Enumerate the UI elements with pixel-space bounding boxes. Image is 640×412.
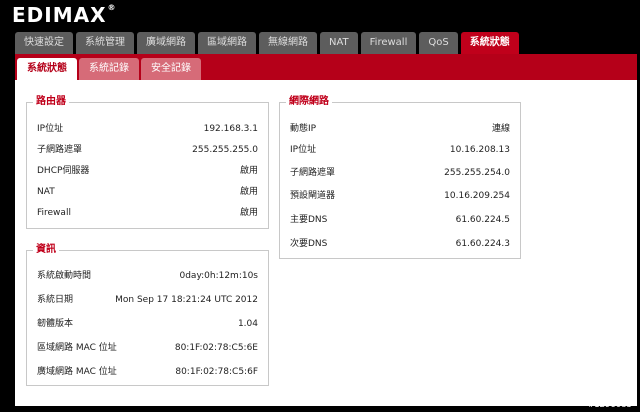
row-label: 子網路遮罩 bbox=[37, 145, 83, 155]
row-value: 61.60.224.3 bbox=[455, 239, 510, 249]
tab-system-admin[interactable]: 系統管理 bbox=[76, 32, 134, 54]
row-value: 61.60.224.5 bbox=[455, 215, 510, 225]
router-row-firewall: Firewall 啟用 bbox=[37, 206, 258, 220]
router-row-dhcp: DHCP伺服器 啟用 bbox=[37, 164, 258, 178]
tab-firewall[interactable]: Firewall bbox=[360, 32, 417, 54]
row-label: 子網路遮罩 bbox=[290, 168, 336, 178]
tab-lan[interactable]: 區域網路 bbox=[198, 32, 256, 54]
tab-system-status[interactable]: 系統狀態 bbox=[460, 32, 519, 54]
internet-row-gateway: 預設閘道器 10.16.209.254 bbox=[290, 189, 510, 203]
row-label: DHCP伺服器 bbox=[37, 166, 90, 176]
subtab-system-status[interactable]: 系統狀態 bbox=[17, 58, 77, 80]
internet-row-secondary-dns: 次要DNS 61.60.224.3 bbox=[290, 237, 510, 251]
info-row-uptime: 系統啟動時間 0day:0h:12m:10s bbox=[37, 269, 258, 283]
row-value: 連線 bbox=[491, 124, 510, 134]
watermark: #1296085 bbox=[588, 400, 632, 410]
header: EDIMAX® bbox=[0, 0, 640, 30]
internet-row-primary-dns: 主要DNS 61.60.224.5 bbox=[290, 213, 510, 227]
row-value: 255.255.255.0 bbox=[192, 145, 258, 155]
internet-row-ip: IP位址 10.16.208.13 bbox=[290, 143, 510, 157]
internet-panel: 網際網路 動態IP 連線 IP位址 10.16.208.13 子網路遮罩 255.25… bbox=[279, 95, 521, 259]
tab-wan[interactable]: 廣域網路 bbox=[137, 32, 195, 54]
row-label: 區域網路 MAC 位址 bbox=[37, 343, 117, 353]
row-value: 10.16.209.254 bbox=[444, 191, 510, 201]
tab-wireless[interactable]: 無線網路 bbox=[259, 32, 317, 54]
info-panel: 資訊 系統啟動時間 0day:0h:12m:10s 系統日期 Mon Sep 17 … bbox=[26, 243, 269, 386]
info-row-firmware: 韌體版本 1.04 bbox=[37, 317, 258, 331]
tab-qos[interactable]: QoS bbox=[419, 32, 458, 54]
row-label: IP位址 bbox=[290, 145, 317, 155]
tab-quick-setup[interactable]: 快速設定 bbox=[15, 32, 73, 54]
row-value: 80:1F:02:78:C5:6E bbox=[174, 343, 258, 353]
info-row-date: 系統日期 Mon Sep 17 18:21:24 UTC 2012 bbox=[37, 293, 258, 307]
row-value: 80:1F:02:78:C5:6F bbox=[175, 367, 258, 377]
info-row-wan-mac: 廣域網路 MAC 位址 80:1F:02:78:C5:6F bbox=[37, 365, 258, 379]
row-label: 廣域網路 MAC 位址 bbox=[37, 367, 117, 377]
brand-name: EDIMAX bbox=[12, 3, 107, 27]
row-label: 韌體版本 bbox=[37, 319, 74, 329]
row-value: 啟用 bbox=[239, 166, 258, 176]
content-area: 系統狀態 系統記錄 安全記錄 路由器 IP位址 192.168.3.1 子網路遮罩… bbox=[15, 54, 637, 406]
row-label: 系統日期 bbox=[37, 295, 74, 305]
info-row-lan-mac: 區域網路 MAC 位址 80:1F:02:78:C5:6E bbox=[37, 341, 258, 355]
router-panel-title: 路由器 bbox=[33, 95, 69, 109]
internet-row-dynamic-ip: 動態IP 連線 bbox=[290, 122, 510, 136]
row-label: 系統啟動時間 bbox=[37, 271, 92, 281]
router-row-subnet: 子網路遮罩 255.255.255.0 bbox=[37, 143, 258, 157]
internet-row-subnet: 子網路遮罩 255.255.254.0 bbox=[290, 166, 510, 180]
row-label: 主要DNS bbox=[290, 215, 328, 225]
tab-nat[interactable]: NAT bbox=[320, 32, 358, 54]
row-label: 預設閘道器 bbox=[290, 191, 336, 201]
edimax-logo: EDIMAX® bbox=[12, 3, 117, 27]
router-panel: 路由器 IP位址 192.168.3.1 子網路遮罩 255.255.255.0 D… bbox=[26, 95, 269, 229]
row-value: 啟用 bbox=[239, 208, 258, 218]
row-value: 啟用 bbox=[239, 187, 258, 197]
row-value: 1.04 bbox=[237, 319, 258, 329]
router-row-nat: NAT 啟用 bbox=[37, 185, 258, 199]
row-value: 10.16.208.13 bbox=[449, 145, 510, 155]
info-panel-title: 資訊 bbox=[33, 243, 59, 257]
row-label: Firewall bbox=[37, 208, 71, 218]
row-value: 0day:0h:12m:10s bbox=[179, 271, 258, 281]
row-value: Mon Sep 17 18:21:24 UTC 2012 bbox=[115, 295, 258, 305]
row-label: 動態IP bbox=[290, 124, 317, 134]
row-label: IP位址 bbox=[37, 124, 64, 134]
row-label: 次要DNS bbox=[290, 239, 328, 249]
main-nav-tabs: 快速設定 系統管理 廣域網路 區域網路 無線網路 NAT Firewall Qo… bbox=[15, 32, 519, 54]
router-row-ip: IP位址 192.168.3.1 bbox=[37, 122, 258, 136]
router-admin-page: EDIMAX® 快速設定 系統管理 廣域網路 區域網路 無線網路 NAT Fir… bbox=[0, 0, 640, 412]
subtab-security-log[interactable]: 安全記錄 bbox=[141, 58, 201, 80]
sub-tab-bar: 系統狀態 系統記錄 安全記錄 bbox=[15, 54, 637, 80]
brand-registered-mark: ® bbox=[107, 3, 117, 12]
subtab-system-log[interactable]: 系統記錄 bbox=[79, 58, 139, 80]
row-label: NAT bbox=[37, 187, 55, 197]
row-value: 192.168.3.1 bbox=[203, 124, 258, 134]
row-value: 255.255.254.0 bbox=[444, 168, 510, 178]
internet-panel-title: 網際網路 bbox=[286, 95, 332, 109]
